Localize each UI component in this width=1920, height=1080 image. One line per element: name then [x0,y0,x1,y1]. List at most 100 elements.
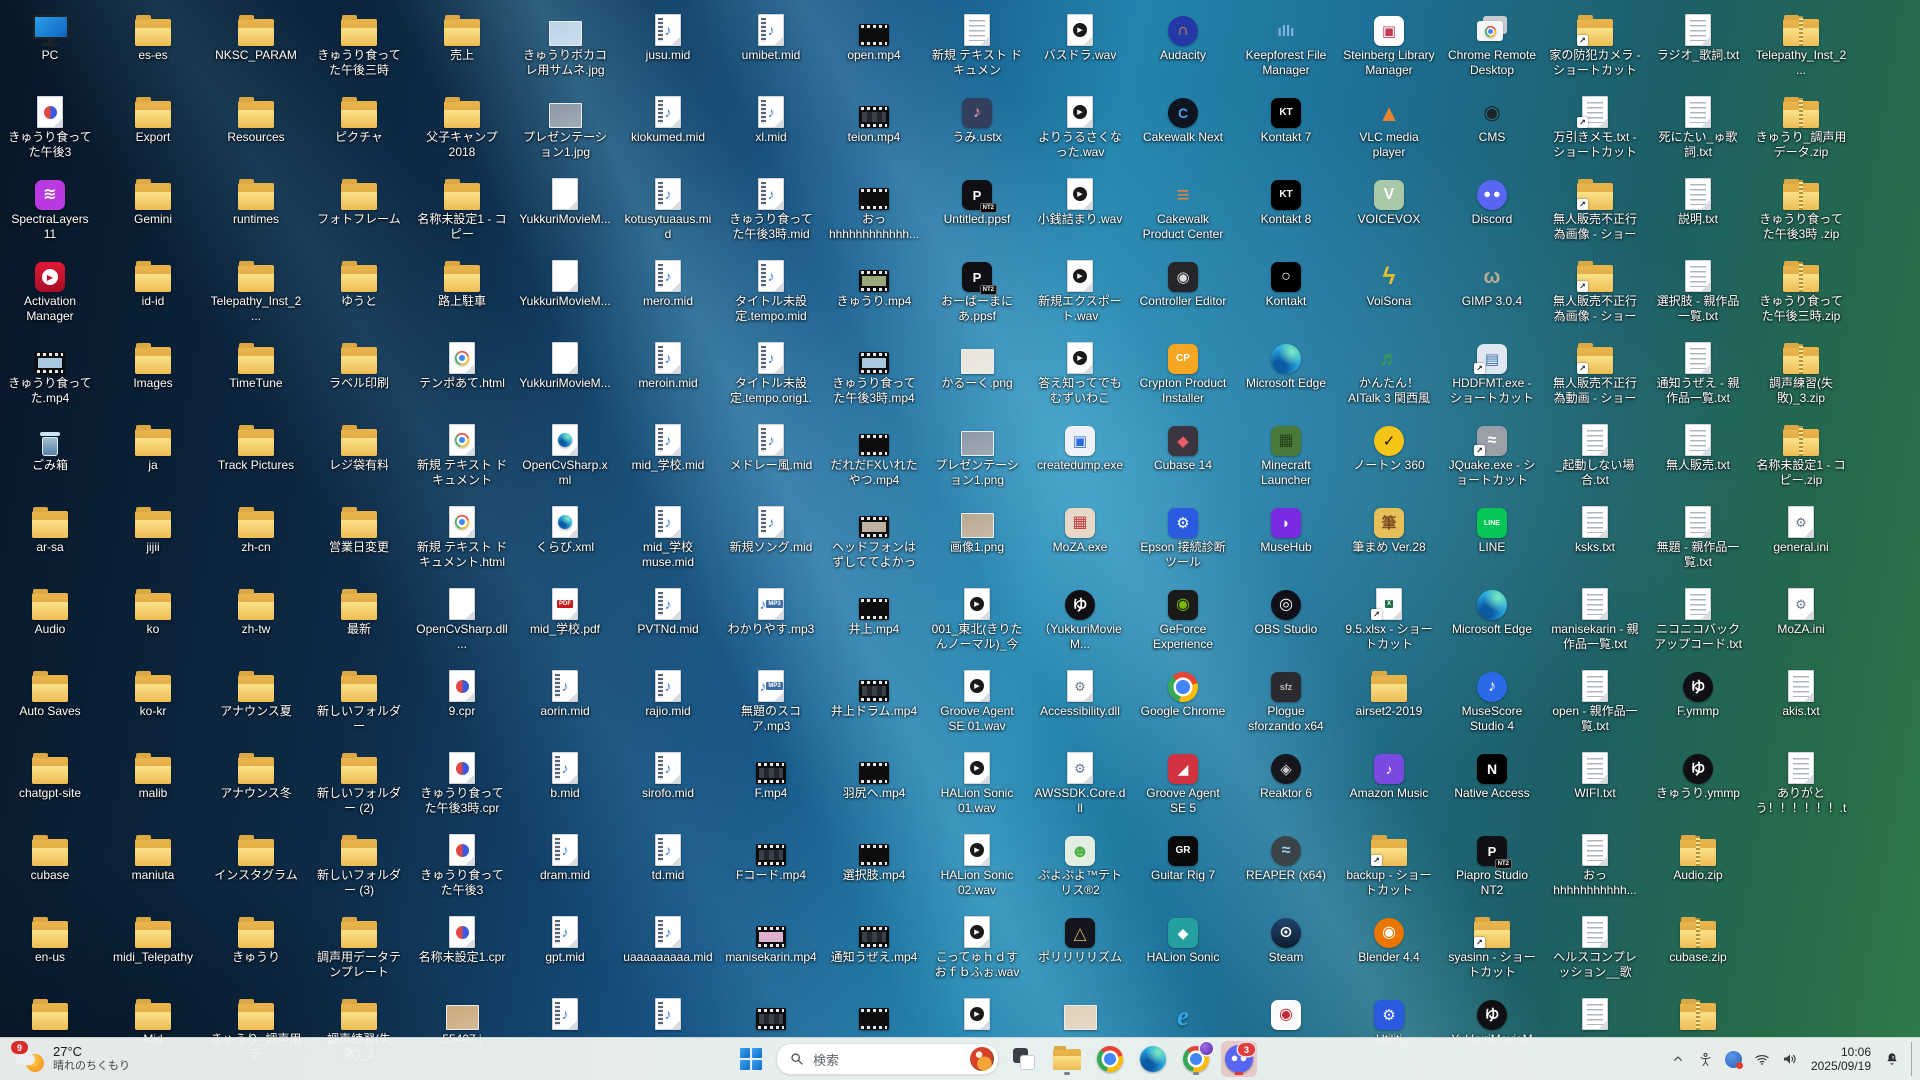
desktop-icon[interactable]: ♪MP3無題のスコア.mp3 [723,666,819,734]
desktop-icon[interactable]: runtimes [208,174,304,227]
desktop-icon[interactable]: YukkuriMovieM... [517,256,613,309]
desktop-icon[interactable]: 通知うぜえ.mp4 [826,912,922,965]
desktop-icon[interactable]: ▶Groove Agent SE 01.wav [929,666,1025,734]
desktop-icon[interactable]: Audio.zip [1650,830,1746,883]
desktop-icon[interactable]: ごみ箱 [2,420,98,473]
desktop-icon[interactable]: ↗無人販売不正行為画像 - ショートカッ... [1547,174,1643,242]
desktop-icon[interactable]: teion.mp4 [826,92,922,145]
desktop-icon[interactable]: 調声用データテンプレート [311,912,407,980]
desktop-icon[interactable]: jijii [105,502,201,555]
file-explorer-button[interactable] [1049,1041,1085,1077]
desktop-icon[interactable]: ♪gpt.mid [517,912,613,965]
desktop-icon[interactable]: ko [105,584,201,637]
show-desktop-button[interactable] [1911,1042,1916,1076]
desktop-icon[interactable]: e [1135,994,1231,1032]
desktop-icon[interactable]: ♪b.mid [517,748,613,801]
desktop-icon[interactable]: ≈↗JQuake.exe - ショートカット [1444,420,1540,488]
desktop-icon[interactable]: おっhhhhhhhhhhhh... [826,174,922,242]
desktop-icon[interactable]: アナウンス冬 [208,748,304,801]
desktop-icon[interactable]: だれだFXいれたやつ.mp4 [826,420,922,488]
desktop-icon[interactable]: ♪umibet.mid [723,10,819,63]
desktop-icon[interactable]: ⊙Steam [1238,912,1334,965]
desktop-icon[interactable]: ↗家の防犯カメラ - ショートカット [1547,10,1643,78]
desktop-icon[interactable]: Microsoft Edge [1444,584,1540,637]
desktop-icon[interactable]: 売上 [414,10,510,63]
desktop-icon[interactable]: VVOICEVOX [1341,174,1437,227]
desktop-icon[interactable]: ϟVoiSona [1341,256,1437,309]
desktop-icon[interactable]: ▶001_東北(きりたんノーマル)_今じゃ... [929,584,1025,652]
desktop-icon[interactable]: 営業日変更 [311,502,407,555]
desktop-icon[interactable]: 説明.txt [1650,174,1746,227]
desktop-icon[interactable]: Fコード.mp4 [723,830,819,883]
desktop-icon[interactable]: ♪MP3わかりやす.mp3 [723,584,819,637]
desktop-icon[interactable]: ニコニコバックアップコード.txt [1650,584,1746,652]
desktop-icon[interactable]: ありがとう！！！！！！.txt [1753,748,1849,816]
desktop-icon[interactable] [826,994,922,1032]
desktop-icon[interactable]: _起動しない場合.txt [1547,420,1643,488]
desktop-icon[interactable]: PNT2おーばーまにあ.ppsf [929,256,1025,324]
desktop-icon[interactable]: ゆきゅうり.ymmp [1650,748,1746,801]
desktop-icon[interactable]: 井上ドラム.mp4 [826,666,922,719]
desktop-icon[interactable] [1650,994,1746,1032]
desktop-icon[interactable]: Discord [1444,174,1540,227]
desktop-icon[interactable]: ゆうと [311,256,407,309]
desktop-icon[interactable]: プレゼンテーション1.png [929,420,1025,488]
accessibility-tray-icon[interactable] [1693,1044,1719,1074]
desktop-icon[interactable]: 筆筆まめ Ver.28 [1341,502,1437,555]
desktop-icon[interactable]: ◗MuseHub [1238,502,1334,555]
desktop-icon[interactable]: 選択肢 - 親作品一覧.txt [1650,256,1746,324]
desktop-icon[interactable]: きゅうり食ってた午後三時 [311,10,407,78]
desktop-icon[interactable]: ωGIMP 3.0.4 [1444,256,1540,309]
desktop-icon[interactable]: おっhhhhhhhhhhh... [1547,830,1643,898]
desktop-icon[interactable]: ♪jusu.mid [620,10,716,63]
desktop-icon[interactable]: ksks.txt [1547,502,1643,555]
desktop-icon[interactable]: Chrome Remote Desktop [1444,10,1540,78]
desktop-icon[interactable]: 9.cpr [414,666,510,719]
desktop-icon[interactable]: ☻ぷよぷよ™テトリス®2 [1032,830,1128,898]
desktop-icon[interactable]: maniuta [105,830,201,883]
desktop-icon[interactable]: ♪meroin.mid [620,338,716,391]
search-box[interactable]: 検索 [776,1043,999,1075]
desktop-icon[interactable]: X↗9.5.xlsx - ショートカット [1341,584,1437,652]
desktop-icon[interactable]: PNT2Untitled.ppsf [929,174,1025,227]
desktop-icon[interactable]: NNative Access [1444,748,1540,801]
desktop-icon[interactable]: PC [2,10,98,63]
desktop-icon[interactable]: ≡Cakewalk Product Center [1135,174,1231,242]
desktop-icon[interactable]: 新規 テキスト ドキュメント.html [414,502,510,570]
desktop-icon[interactable]: YukkuriMovieM... [517,174,613,227]
desktop-icon[interactable]: ▶HALion Sonic 01.wav [929,748,1025,816]
desktop-icon[interactable]: es-es [105,10,201,63]
desktop-icon[interactable]: ◢Groove Agent SE 5 [1135,748,1231,816]
discord-button[interactable]: 3 [1221,1041,1257,1077]
desktop-icon[interactable]: Export [105,92,201,145]
desktop-icon[interactable]: ♪rajio.mid [620,666,716,719]
desktop-icon[interactable]: ▤↗HDDFMT.exe - ショートカット [1444,338,1540,406]
desktop-icon[interactable]: Resources [208,92,304,145]
desktop-icon[interactable]: アナウンス夏 [208,666,304,719]
search-highlight-image[interactable] [970,1047,994,1071]
desktop-icon[interactable]: ↗無人販売不正行為画像 - ショートカット [1547,256,1643,324]
desktop-icon[interactable]: ヘルスコンプレッション__歌詞.txt [1547,912,1643,980]
desktop-icon[interactable]: ↗backup - ショートカット [1341,830,1437,898]
desktop-icon[interactable]: きゅうり食ってた午後3時.mp4 [826,338,922,406]
desktop-icon[interactable]: ◈Reaktor 6 [1238,748,1334,801]
desktop-icon[interactable]: ラジオ_歌詞.txt [1650,10,1746,63]
desktop-icon[interactable]: LINELINE [1444,502,1540,555]
desktop-icon[interactable]: ⚙MoZA.ini [1753,584,1849,637]
start-button[interactable] [733,1041,769,1077]
desktop-icon[interactable]: NKSC_PARAM [208,10,304,63]
desktop-icon[interactable]: ▶ [929,994,1025,1032]
desktop-icon[interactable]: Auto Saves [2,666,98,719]
desktop-icon[interactable]: Google Chrome [1135,666,1231,719]
desktop-icon[interactable]: きゅうりボカコレ用サムネ.jpg [517,10,613,78]
desktop-icon[interactable]: ∩Audacity [1135,10,1231,63]
desktop-icon[interactable]: ♪mero.mid [620,256,716,309]
desktop-icon[interactable]: ヘッドフォンはずしててよかっt.mp4 [826,502,922,570]
desktop-icon[interactable] [2,994,98,1032]
desktop-icon[interactable]: KTKontakt 8 [1238,174,1334,227]
desktop-icon[interactable]: 新しいフォルダー (3) [311,830,407,898]
desktop-icon[interactable]: 名称未設定1 - コピー.zip [1753,420,1849,488]
desktop-icon[interactable]: F.mp4 [723,748,819,801]
desktop-icon[interactable]: ♪kiokumed.mid [620,92,716,145]
desktop-icon[interactable]: ♪タイトル未設定.tempo.mid [723,256,819,324]
